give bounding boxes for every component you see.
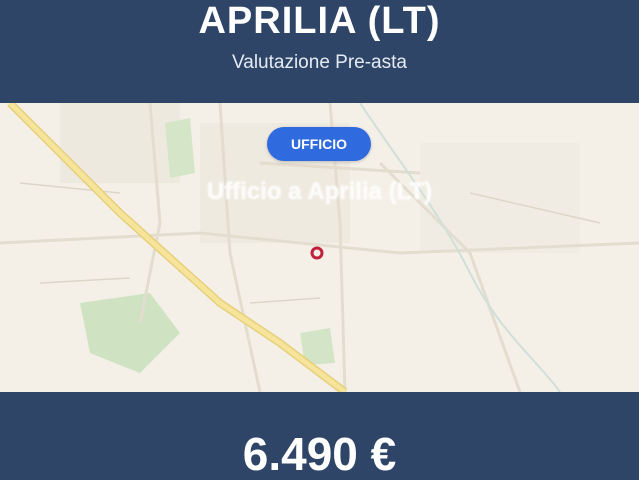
price-value: 6.490 €: [242, 428, 397, 480]
map-caption: Ufficio a Aprilia (LT): [206, 178, 433, 205]
location-ring-icon[interactable]: [310, 246, 324, 260]
category-badge: UFFICIO: [267, 127, 371, 161]
page-subtitle: Valutazione Pre-asta: [232, 52, 407, 73]
page-title: APRILIA (LT): [198, 0, 441, 42]
header-banner: APRILIA (LT) Valutazione Pre-asta: [0, 0, 639, 103]
footer-banner: 6.490 €: [0, 392, 639, 480]
